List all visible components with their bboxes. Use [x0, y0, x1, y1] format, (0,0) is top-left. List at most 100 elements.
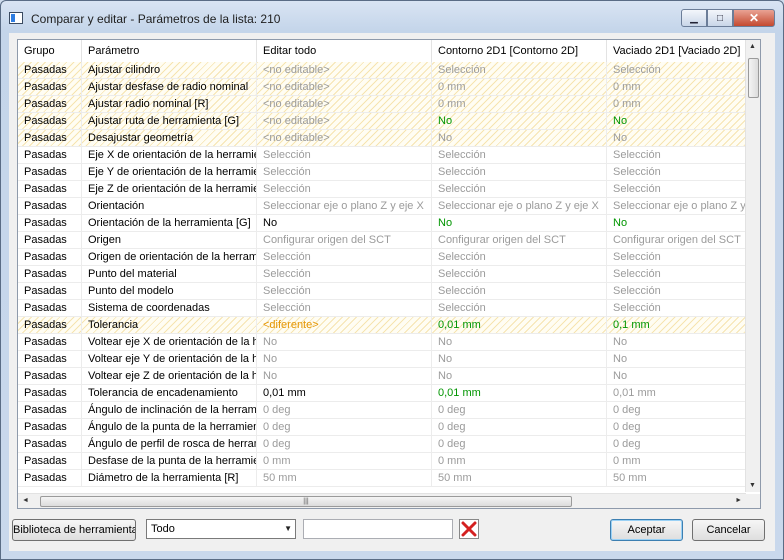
cell-vaciado[interactable]: Selección	[607, 164, 746, 180]
cell-contorno[interactable]: No	[432, 113, 607, 129]
table-row[interactable]: Pasadas Eje Z de orientación de la herram…	[18, 181, 746, 198]
cell-vaciado[interactable]: Configurar origen del SCT	[607, 232, 746, 248]
cell-editar-todo[interactable]: <no editable>	[257, 62, 432, 78]
column-header-editar-todo[interactable]: Editar todo	[257, 40, 432, 62]
table-row[interactable]: Pasadas Eje X de orientación de la herram…	[18, 147, 746, 164]
cell-vaciado[interactable]: 0 deg	[607, 402, 746, 418]
horizontal-scroll-thumb[interactable]: |||	[40, 496, 572, 507]
cell-editar-todo[interactable]: <no editable>	[257, 113, 432, 129]
cell-vaciado[interactable]: Selección	[607, 266, 746, 282]
cell-vaciado[interactable]: No	[607, 334, 746, 350]
cell-editar-todo[interactable]: Configurar origen del SCT	[257, 232, 432, 248]
cell-vaciado[interactable]: No	[607, 130, 746, 146]
cell-contorno[interactable]: No	[432, 215, 607, 231]
cell-vaciado[interactable]: Selección	[607, 249, 746, 265]
cell-contorno[interactable]: Selección	[432, 181, 607, 197]
table-row[interactable]: Pasadas Desajustar geometría <no editable>…	[18, 130, 746, 147]
cell-contorno[interactable]: 50 mm	[432, 470, 607, 486]
cell-editar-todo[interactable]: <diferente>	[257, 317, 432, 333]
cell-vaciado[interactable]: Selección	[607, 147, 746, 163]
cell-vaciado[interactable]: 0 mm	[607, 453, 746, 469]
cell-vaciado[interactable]: No	[607, 368, 746, 384]
cell-vaciado[interactable]: 0 mm	[607, 96, 746, 112]
cell-editar-todo[interactable]: Selección	[257, 147, 432, 163]
cell-editar-todo[interactable]: 0 deg	[257, 402, 432, 418]
scroll-right-icon[interactable]: ►	[735, 497, 742, 504]
cell-vaciado[interactable]: No	[607, 215, 746, 231]
table-row[interactable]: Pasadas Origen Configurar origen del SCT Co…	[18, 232, 746, 249]
cell-contorno[interactable]: 0,01 mm	[432, 385, 607, 401]
table-row[interactable]: Pasadas Origen de orientación de la herra…	[18, 249, 746, 266]
cell-contorno[interactable]: 0 mm	[432, 96, 607, 112]
horizontal-scrollbar[interactable]: ◄ ||| ►	[18, 493, 746, 508]
cell-vaciado[interactable]: Selección	[607, 300, 746, 316]
cell-contorno[interactable]: No	[432, 368, 607, 384]
cell-vaciado[interactable]: Selección	[607, 283, 746, 299]
cell-editar-todo[interactable]: No	[257, 334, 432, 350]
table-row[interactable]: Pasadas Punto del modelo Selección Selecció…	[18, 283, 746, 300]
cell-editar-todo[interactable]: Selección	[257, 164, 432, 180]
cell-vaciado[interactable]: No	[607, 113, 746, 129]
cell-editar-todo[interactable]: 0 deg	[257, 436, 432, 452]
cell-editar-todo[interactable]: <no editable>	[257, 130, 432, 146]
column-header-vaciado-2d1[interactable]: Vaciado 2D1 [Vaciado 2D]	[607, 40, 746, 62]
table-row[interactable]: Pasadas Punto del material Selección Selecc…	[18, 266, 746, 283]
cell-contorno[interactable]: Selección	[432, 283, 607, 299]
cell-editar-todo[interactable]: Selección	[257, 283, 432, 299]
cell-contorno[interactable]: No	[432, 130, 607, 146]
cell-contorno[interactable]: Configurar origen del SCT	[432, 232, 607, 248]
column-header-grupo[interactable]: Grupo	[18, 40, 82, 62]
cell-contorno[interactable]: No	[432, 351, 607, 367]
cell-contorno[interactable]: Selección	[432, 249, 607, 265]
cell-contorno[interactable]: Selección	[432, 62, 607, 78]
table-row[interactable]: Pasadas Ángulo de la punta de la herramie…	[18, 419, 746, 436]
cell-contorno[interactable]: Selección	[432, 266, 607, 282]
cell-contorno[interactable]: Selección	[432, 164, 607, 180]
cell-contorno[interactable]: 0,01 mm	[432, 317, 607, 333]
table-row[interactable]: Pasadas Orientación Seleccionar eje o plan…	[18, 198, 746, 215]
cell-editar-todo[interactable]: Selección	[257, 181, 432, 197]
cell-editar-todo[interactable]: Selección	[257, 249, 432, 265]
scroll-left-icon[interactable]: ◄	[22, 497, 29, 504]
table-row[interactable]: Pasadas Sistema de coordenadas Selección Se…	[18, 300, 746, 317]
cell-vaciado[interactable]: Seleccionar eje o plano Z y eje X	[607, 198, 746, 214]
table-row[interactable]: Pasadas Ajustar ruta de herramienta [G] <n…	[18, 113, 746, 130]
cell-vaciado[interactable]: 0,1 mm	[607, 317, 746, 333]
cell-editar-todo[interactable]: Selección	[257, 300, 432, 316]
cell-editar-todo[interactable]: <no editable>	[257, 96, 432, 112]
cell-vaciado[interactable]: 50 mm	[607, 470, 746, 486]
cell-contorno[interactable]: 0 mm	[432, 453, 607, 469]
filter-select[interactable]: Todo ▼	[146, 519, 296, 539]
accept-button[interactable]: Aceptar	[610, 519, 683, 541]
cell-vaciado[interactable]: 0 deg	[607, 419, 746, 435]
table-row[interactable]: Pasadas Ángulo de inclinación de la herra…	[18, 402, 746, 419]
table-row[interactable]: Pasadas Ángulo de perfil de rosca de herr…	[18, 436, 746, 453]
cell-editar-todo[interactable]: <no editable>	[257, 79, 432, 95]
table-row[interactable]: Pasadas Tolerancia de encadenamiento 0,01 …	[18, 385, 746, 402]
cell-editar-todo[interactable]: 50 mm	[257, 470, 432, 486]
table-row[interactable]: Pasadas Ajustar cilindro <no editable> Sele…	[18, 62, 746, 79]
column-header-parametro[interactable]: Parámetro	[82, 40, 257, 62]
cell-editar-todo[interactable]: 0,01 mm	[257, 385, 432, 401]
cell-contorno[interactable]: 0 deg	[432, 402, 607, 418]
cell-contorno[interactable]: 0 deg	[432, 419, 607, 435]
vertical-scrollbar[interactable]: ▲ ▼	[745, 40, 760, 492]
table-row[interactable]: Pasadas Ajustar desfase de radio nominal <…	[18, 79, 746, 96]
close-button[interactable]: ✕	[733, 9, 775, 27]
table-row[interactable]: Pasadas Desfase de la punta de la herrami…	[18, 453, 746, 470]
cell-vaciado[interactable]: No	[607, 351, 746, 367]
scroll-down-icon[interactable]: ▼	[749, 482, 756, 489]
table-row[interactable]: Pasadas Eje Y de orientación de la herram…	[18, 164, 746, 181]
cell-editar-todo[interactable]: No	[257, 215, 432, 231]
cell-editar-todo[interactable]: 0 mm	[257, 453, 432, 469]
search-input[interactable]	[303, 519, 453, 539]
cell-editar-todo[interactable]: No	[257, 351, 432, 367]
title-bar[interactable]: Comparar y editar - Parámetros de la lis…	[1, 1, 783, 35]
cell-editar-todo[interactable]: Selección	[257, 266, 432, 282]
cell-contorno[interactable]: Selección	[432, 147, 607, 163]
clear-search-button[interactable]	[459, 519, 479, 539]
table-row[interactable]: Pasadas Orientación de la herramienta [G]…	[18, 215, 746, 232]
cell-vaciado[interactable]: 0,01 mm	[607, 385, 746, 401]
cell-contorno[interactable]: Selección	[432, 300, 607, 316]
column-header-contorno-2d1[interactable]: Contorno 2D1 [Contorno 2D]	[432, 40, 607, 62]
